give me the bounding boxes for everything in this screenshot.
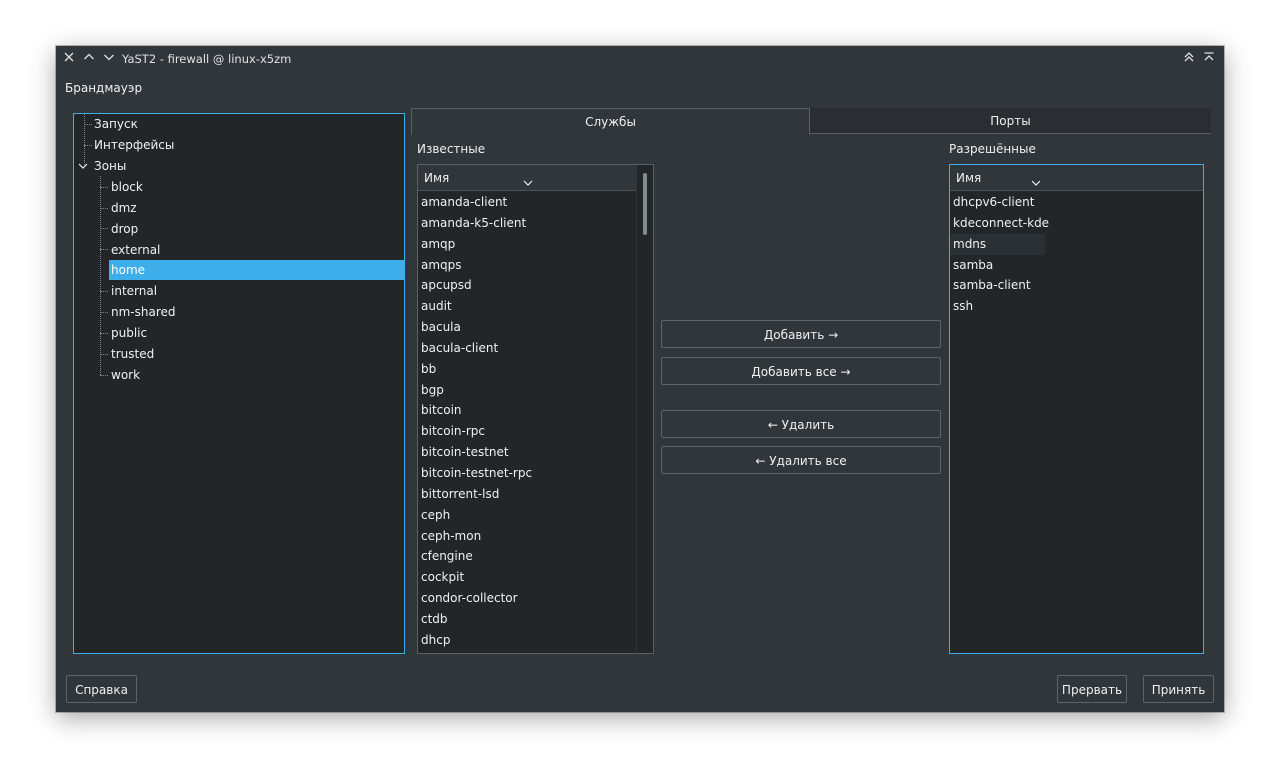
known-services-list[interactable]: Имя amanda-client amanda-k5-client amqp amq…	[417, 164, 654, 654]
list-item[interactable]: condor-collector	[418, 588, 532, 609]
allowed-header-label: Имя	[956, 171, 982, 185]
tab-services[interactable]: Службы	[411, 108, 810, 135]
list-item[interactable]: apcupsd	[418, 275, 532, 296]
chevron-down-icon[interactable]	[522, 172, 534, 186]
remove-all-button[interactable]: ← Удалить все	[661, 446, 941, 474]
close-icon[interactable]	[62, 50, 78, 66]
maximize-icon[interactable]	[102, 50, 118, 66]
list-item[interactable]: cockpit	[418, 567, 532, 588]
abort-button[interactable]: Прервать	[1057, 675, 1127, 703]
known-column-header[interactable]: Имя	[418, 165, 636, 191]
list-item[interactable]: bittorrent-lsd	[418, 484, 532, 505]
chevron-down-icon[interactable]	[77, 160, 89, 172]
add-all-button[interactable]: Добавить все →	[661, 357, 941, 385]
shade-icon[interactable]	[1202, 50, 1218, 66]
keep-above-icon[interactable]	[1182, 50, 1198, 66]
list-item[interactable]: kdeconnect-kde	[950, 213, 1049, 234]
list-item[interactable]: amqp	[418, 234, 532, 255]
list-item[interactable]: bitcoin-testnet-rpc	[418, 463, 532, 484]
allowed-services-list[interactable]: Имя dhcpv6-client kdeconnect-kde mdns samba…	[949, 164, 1204, 654]
list-item[interactable]: cfengine	[418, 546, 532, 567]
list-item[interactable]: amanda-client	[418, 192, 532, 213]
allowed-items: dhcpv6-client kdeconnect-kde mdns samba samb…	[950, 192, 1049, 317]
list-item[interactable]: dhcpv6-client	[950, 192, 1049, 213]
list-item[interactable]: samba	[950, 255, 1049, 276]
list-item[interactable]: bacula	[418, 317, 532, 338]
tree-item-interfaces[interactable]: Интерфейсы	[94, 135, 174, 155]
accept-button[interactable]: Принять	[1143, 675, 1214, 703]
list-item[interactable]: bgp	[418, 380, 532, 401]
list-item[interactable]: bitcoin	[418, 400, 532, 421]
list-item[interactable]: bitcoin-testnet	[418, 442, 532, 463]
allowed-column-header[interactable]: Имя	[950, 165, 1203, 191]
list-item[interactable]: ceph-mon	[418, 526, 532, 547]
chevron-down-icon[interactable]	[1030, 172, 1042, 186]
tree-zone-trusted[interactable]: trusted	[111, 344, 154, 364]
section-label: Брандмауэр	[65, 81, 143, 95]
known-scrollbar[interactable]	[636, 165, 653, 653]
tree-zone-nm-shared[interactable]: nm-shared	[111, 302, 176, 322]
list-item[interactable]: bitcoin-rpc	[418, 421, 532, 442]
tree-zone-home[interactable]: home	[109, 260, 405, 280]
tree-item-zones[interactable]: Зоны	[94, 156, 126, 176]
window-title: YaST2 - firewall @ linux-x5zm	[122, 52, 292, 66]
known-header-label: Имя	[424, 171, 450, 185]
list-item[interactable]: audit	[418, 296, 532, 317]
tree-zone-work[interactable]: work	[111, 365, 140, 385]
tree-zone-dmz[interactable]: dmz	[111, 198, 137, 218]
help-button[interactable]: Справка	[66, 675, 137, 703]
list-item[interactable]: bacula-client	[418, 338, 532, 359]
tree-zone-internal[interactable]: internal	[111, 281, 157, 301]
list-item[interactable]: dhcp	[418, 630, 532, 651]
navigation-tree: Запуск Интерфейсы Зоны block dmz drop ex…	[73, 113, 405, 654]
tree-item-startup[interactable]: Запуск	[94, 114, 138, 134]
remove-button[interactable]: ← Удалить	[661, 410, 941, 438]
scrollbar-handle[interactable]	[643, 173, 647, 235]
known-services-label: Известные	[417, 142, 486, 156]
list-item[interactable]: samba-client	[950, 275, 1049, 296]
title-bar: YaST2 - firewall @ linux-x5zm	[56, 46, 1224, 72]
tree-zone-external[interactable]: external	[111, 240, 160, 260]
list-item[interactable]: amanda-k5-client	[418, 213, 532, 234]
yast-firewall-window: YaST2 - firewall @ linux-x5zm Брандмауэр…	[56, 46, 1224, 712]
known-items: amanda-client amanda-k5-client amqp amqps ap…	[418, 192, 532, 651]
list-item[interactable]: ssh	[950, 296, 1049, 317]
tree-zone-block[interactable]: block	[111, 177, 143, 197]
add-button[interactable]: Добавить →	[661, 320, 941, 348]
list-item[interactable]: ceph	[418, 505, 532, 526]
list-item[interactable]: ctdb	[418, 609, 532, 630]
tree-zone-drop[interactable]: drop	[111, 219, 138, 239]
list-item[interactable]: mdns	[950, 233, 1045, 255]
tab-ports[interactable]: Порты	[810, 108, 1211, 134]
list-item[interactable]: bb	[418, 359, 532, 380]
list-item[interactable]: amqps	[418, 255, 532, 276]
minimize-icon[interactable]	[82, 50, 98, 66]
tree-zone-public[interactable]: public	[111, 323, 147, 343]
allowed-services-label: Разрешённые	[949, 142, 1036, 156]
